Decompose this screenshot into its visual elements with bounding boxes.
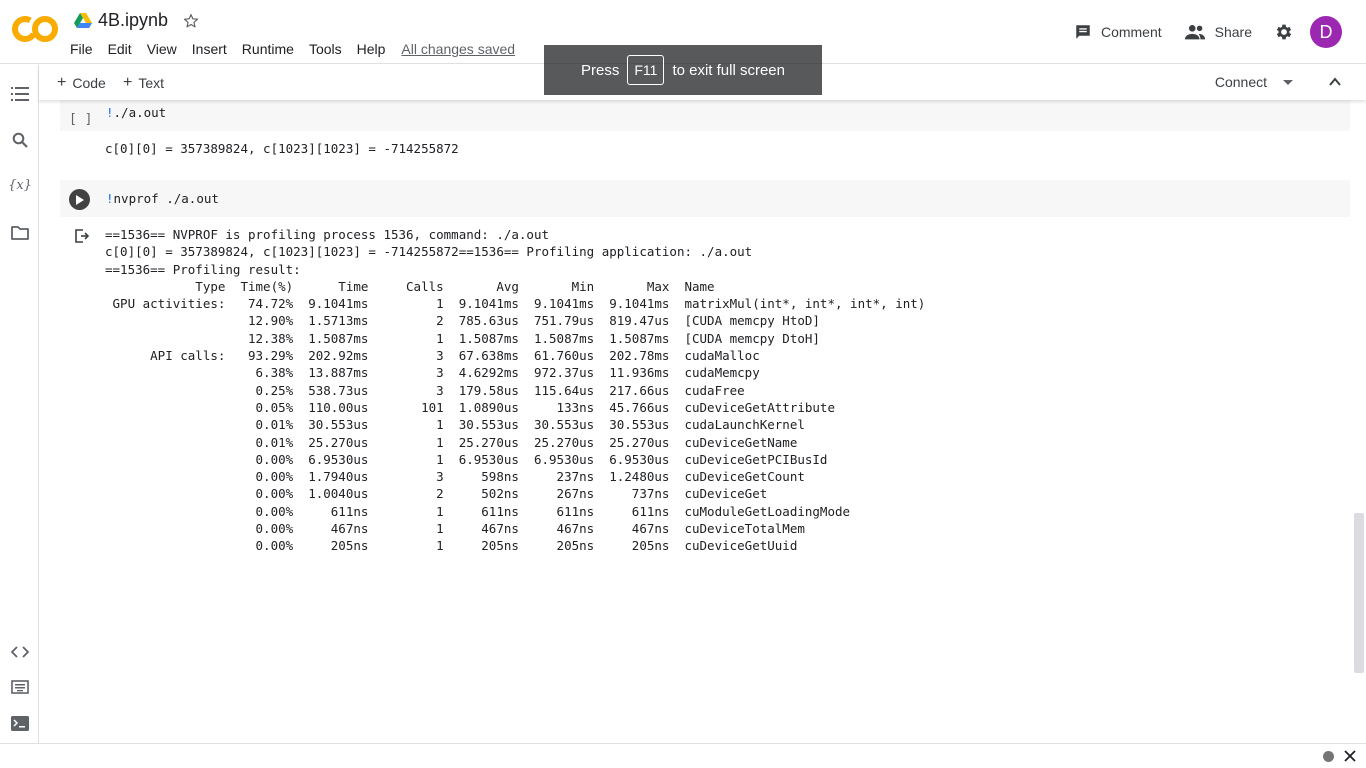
comment-button[interactable]: Comment bbox=[1074, 23, 1162, 41]
output-line: API calls: 93.29% 202.92ms 3 67.638ms 61… bbox=[105, 348, 760, 364]
add-code-button[interactable]: + Code bbox=[57, 74, 106, 92]
chevron-up-icon[interactable] bbox=[1328, 75, 1342, 89]
google-drive-icon bbox=[74, 12, 92, 28]
plus-icon: + bbox=[123, 74, 133, 91]
add-code-label: Code bbox=[72, 75, 106, 91]
cell-output: ==1536== NVPROF is profiling process 153… bbox=[105, 226, 925, 555]
output-line: 0.05% 110.00us 101 1.0890us 133ns 45.766… bbox=[105, 399, 836, 415]
output-line: 0.25% 538.73us 3 179.58us 115.64us 217.6… bbox=[105, 382, 745, 398]
output-line: c[0][0] = 357389824, c[1023][1023] = -71… bbox=[105, 244, 753, 260]
share-button[interactable]: Share bbox=[1184, 23, 1252, 41]
comment-icon bbox=[1076, 25, 1090, 39]
fullscreen-toast: Press F11 to exit full screen bbox=[544, 45, 822, 95]
output-line: ==1536== Profiling result: bbox=[105, 261, 301, 277]
gear-icon[interactable] bbox=[1274, 22, 1294, 42]
folder-icon[interactable] bbox=[10, 222, 30, 242]
output-line: 0.00% 1.7940us 3 598ns 237ns 1.2480us cu… bbox=[105, 469, 805, 485]
star-icon[interactable] bbox=[182, 12, 200, 30]
connect-button[interactable]: Connect bbox=[1215, 74, 1293, 90]
variables-icon[interactable]: {x} bbox=[8, 175, 32, 195]
output-line: 0.01% 30.553us 1 30.553us 30.553us 30.55… bbox=[105, 417, 805, 433]
cell-execution-bracket[interactable]: [ ] bbox=[69, 112, 92, 127]
add-text-button[interactable]: + Text bbox=[123, 74, 164, 92]
output-line: 12.38% 1.5087ms 1 1.5087ms 1.5087ms 1.50… bbox=[105, 330, 820, 346]
notebook-area: !./a.out [ ] c[0][0] = 357389824, c[1023… bbox=[39, 100, 1366, 743]
menu-file[interactable]: File bbox=[70, 39, 93, 59]
menu-bar: File Edit View Insert Runtime Tools Help… bbox=[70, 39, 515, 59]
toast-press-text: Press bbox=[581, 61, 620, 79]
output-line: 0.00% 6.9530us 1 6.9530us 6.9530us 6.953… bbox=[105, 451, 828, 467]
comment-label: Comment bbox=[1100, 24, 1162, 40]
left-sidebar: {x} bbox=[0, 65, 39, 743]
menu-runtime[interactable]: Runtime bbox=[242, 39, 294, 59]
menu-help[interactable]: Help bbox=[357, 39, 386, 59]
status-indicator-icon bbox=[1323, 751, 1334, 762]
terminal-icon[interactable] bbox=[10, 713, 30, 733]
cell-output: c[0][0] = 357389824, c[1023][1023] = -71… bbox=[105, 141, 459, 156]
colab-logo[interactable] bbox=[12, 14, 58, 44]
output-line: 0.01% 25.270us 1 25.270us 25.270us 25.27… bbox=[105, 434, 798, 450]
output-line: 6.38% 13.887ms 3 4.6292ms 972.37us 11.93… bbox=[105, 365, 760, 381]
output-line: 0.00% 611ns 1 611ns 611ns 611ns cuModule… bbox=[105, 503, 851, 519]
table-of-contents-icon[interactable] bbox=[10, 84, 30, 104]
code-cell-input[interactable]: !nvprof ./a.out bbox=[60, 180, 1350, 217]
code-cell-input[interactable]: !./a.out bbox=[60, 100, 1350, 131]
notebook-title[interactable]: 4B.ipynb bbox=[98, 10, 168, 31]
colab-window: 4B.ipynb File Edit View Insert Runtime T… bbox=[0, 0, 1366, 768]
code-snippets-icon[interactable] bbox=[10, 642, 30, 662]
save-status-link[interactable]: All changes saved bbox=[401, 41, 515, 57]
chevron-down-icon[interactable] bbox=[1283, 79, 1293, 85]
menu-view[interactable]: View bbox=[147, 39, 177, 59]
output-line: 0.00% 1.0040us 2 502ns 267ns 737ns cuDev… bbox=[105, 486, 768, 502]
command-palette-icon[interactable] bbox=[10, 677, 30, 697]
code-line[interactable]: !nvprof ./a.out bbox=[106, 191, 219, 206]
output-line: ==1536== NVPROF is profiling process 153… bbox=[105, 227, 550, 242]
output-actions-icon[interactable] bbox=[74, 228, 90, 244]
output-line: 0.00% 467ns 1 467ns 467ns 467ns cuDevice… bbox=[105, 521, 805, 537]
output-line: GPU activities: 74.72% 9.1041ms 1 9.1041… bbox=[105, 296, 926, 312]
scrollbar-thumb[interactable] bbox=[1354, 513, 1364, 673]
menu-insert[interactable]: Insert bbox=[192, 39, 227, 59]
people-icon bbox=[1184, 25, 1205, 40]
output-line: Type Time(%) Time Calls Avg Min Max Name bbox=[105, 278, 715, 294]
avatar[interactable]: D bbox=[1310, 16, 1342, 48]
close-icon[interactable] bbox=[1342, 748, 1358, 764]
output-line: 12.90% 1.5713ms 2 785.63us 751.79us 819.… bbox=[105, 313, 820, 329]
connect-label: Connect bbox=[1214, 74, 1267, 90]
play-icon bbox=[76, 194, 84, 205]
status-bar bbox=[0, 743, 1366, 768]
toast-exit-text: to exit full screen bbox=[672, 61, 785, 79]
menu-edit[interactable]: Edit bbox=[108, 39, 132, 59]
menu-tools[interactable]: Tools bbox=[309, 39, 342, 59]
share-label: Share bbox=[1214, 24, 1252, 40]
add-text-label: Text bbox=[138, 75, 165, 91]
output-line: 0.00% 205ns 1 205ns 205ns 205ns cuDevice… bbox=[105, 538, 798, 554]
plus-icon: + bbox=[57, 74, 67, 91]
search-icon[interactable] bbox=[10, 130, 30, 150]
run-cell-button[interactable] bbox=[69, 189, 90, 210]
toast-key: F11 bbox=[627, 55, 665, 85]
code-line[interactable]: !./a.out bbox=[106, 105, 166, 120]
